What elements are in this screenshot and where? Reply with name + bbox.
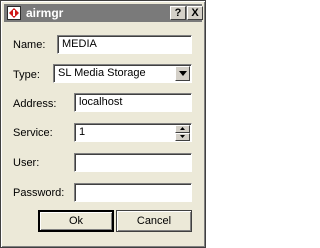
help-icon: ? — [174, 7, 182, 19]
ok-button[interactable]: Ok — [38, 210, 114, 232]
spin-up-icon — [180, 127, 185, 130]
type-label: Type: — [13, 69, 40, 81]
user-input[interactable] — [74, 153, 192, 172]
type-select-value: SL Media Storage — [58, 67, 146, 79]
spin-down-icon — [180, 135, 185, 138]
service-spin-up-button[interactable] — [175, 125, 190, 133]
close-icon: X — [191, 7, 199, 19]
user-label: User: — [13, 157, 40, 169]
name-label: Name: — [13, 39, 46, 51]
address-label: Address: — [13, 98, 57, 110]
dialog-window: airmgr ? X Name: MEDIA Type: SL Media St… — [0, 0, 206, 248]
help-button[interactable]: ? — [170, 6, 186, 20]
type-select[interactable]: SL Media Storage — [53, 64, 192, 83]
name-input[interactable]: MEDIA — [57, 35, 192, 54]
chevron-down-icon — [179, 71, 187, 76]
app-icon — [7, 6, 21, 20]
window-title: airmgr — [26, 6, 64, 20]
service-spin-down-button[interactable] — [175, 133, 190, 141]
address-input[interactable]: localhost — [74, 93, 192, 112]
service-label: Service: — [13, 127, 53, 139]
password-label: Password: — [13, 187, 65, 199]
title-bar[interactable]: airmgr ? X — [4, 4, 203, 22]
service-spinner[interactable]: 1 — [74, 123, 192, 142]
type-dropdown-button[interactable] — [175, 66, 190, 81]
service-value: 1 — [79, 126, 86, 138]
cancel-button[interactable]: Cancel — [116, 210, 192, 232]
password-input[interactable] — [74, 183, 192, 202]
close-button[interactable]: X — [187, 6, 203, 20]
